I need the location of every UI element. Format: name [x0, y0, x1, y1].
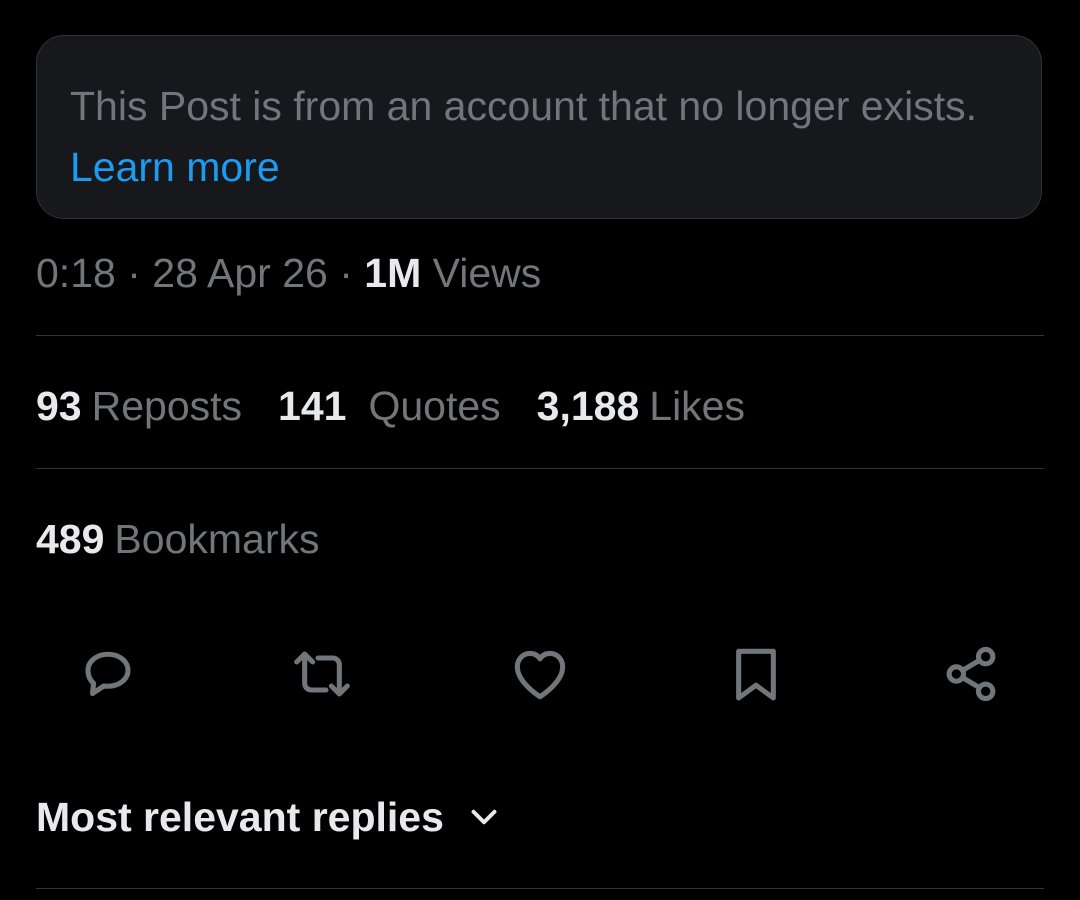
engagement-stats: 93 Reposts 141 Quotes 3,188 Likes — [36, 381, 781, 431]
divider — [36, 468, 1044, 469]
views-label: Views — [432, 250, 542, 296]
action-bar — [36, 636, 1044, 712]
replies-sort-selector[interactable]: Most relevant replies — [36, 792, 502, 842]
notice-text: This Post is from an account that no lon… — [70, 83, 977, 129]
bookmark-icon — [736, 648, 776, 701]
repost-icon — [294, 651, 350, 697]
likes-count: 3,188 — [536, 383, 640, 429]
reposts-label: Reposts — [91, 383, 243, 429]
bookmarks-label: Bookmarks — [114, 516, 320, 562]
bookmarks-stat[interactable]: 489 Bookmarks — [36, 514, 319, 564]
reply-button[interactable] — [70, 636, 146, 712]
quotes-count: 141 — [278, 383, 347, 429]
chevron-down-icon — [466, 799, 502, 835]
reply-icon — [85, 651, 131, 696]
replies-sort-label: Most relevant replies — [36, 794, 444, 840]
divider — [36, 335, 1044, 336]
share-button[interactable] — [933, 636, 1009, 712]
likes-label: Likes — [649, 383, 745, 429]
meta-separator: · — [339, 250, 353, 296]
reposts-count: 93 — [36, 383, 82, 429]
like-button[interactable] — [502, 636, 578, 712]
views-count: 1M — [364, 250, 422, 296]
meta-separator: · — [127, 250, 141, 296]
likes-stat[interactable]: 3,188 Likes — [537, 381, 745, 431]
learn-more-link[interactable]: Learn more — [70, 144, 280, 190]
bookmarks-row: 489 Bookmarks — [36, 514, 355, 564]
reposts-stat[interactable]: 93 Reposts — [36, 381, 242, 431]
divider — [36, 888, 1044, 889]
post-time: 0:18 — [36, 250, 116, 296]
post-meta: 0:18 · 28 Apr 26 · 1M Views — [36, 248, 541, 298]
like-icon — [514, 650, 566, 700]
bookmark-button[interactable] — [718, 636, 794, 712]
post-date: 28 Apr 26 — [152, 250, 328, 296]
bookmarks-count: 489 — [36, 516, 105, 562]
deleted-account-notice: This Post is from an account that no lon… — [36, 35, 1042, 219]
share-icon — [946, 646, 996, 702]
repost-button[interactable] — [284, 636, 360, 712]
quotes-label: Quotes — [368, 383, 501, 429]
quotes-stat[interactable]: 141 Quotes — [278, 381, 501, 431]
